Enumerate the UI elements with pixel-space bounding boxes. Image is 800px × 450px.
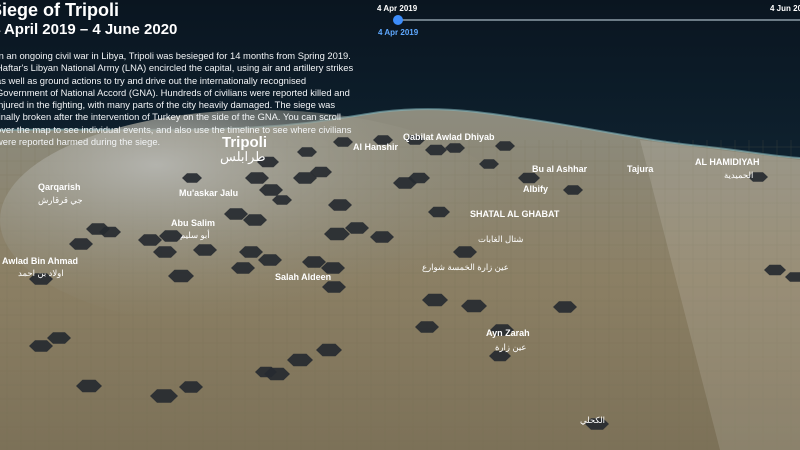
place-label: Qabilat Awlad Dhiyab [403,132,495,142]
place-label-ar: طرابلس [220,149,266,165]
place-label-ar: شتال الغابات [478,234,523,244]
timeline-track[interactable] [398,19,800,21]
story-dates: 4 April 2019 – 4 June 2020 [0,21,178,38]
story-description: In an ongoing civil war in Libya, Tripol… [0,50,354,148]
timeline[interactable]: 4 Apr 2019 4 Jun 2020 4 Apr 2019 [365,0,800,40]
place-label: Salah Aldeen [275,272,331,282]
place-label-ar: اولاد بن احمد [18,268,64,279]
timeline-end-label: 4 Jun 2020 [770,4,800,13]
place-label: Qarqarish [38,182,81,192]
place-label: Albify [523,184,548,194]
place-label: Ayn Zarah [486,328,530,338]
place-label-ar: عين زارة الخمسة شوارع [422,262,509,273]
place-label-ar: أبو سليم [180,228,210,241]
place-label: Awlad Bin Ahmad [2,256,78,266]
place-label: SHATAL AL GHABAT [470,209,560,219]
place-label: Abu Salim [171,218,215,228]
place-label: Mu'askar Jalu [179,188,238,198]
timeline-handle[interactable] [393,15,403,25]
place-label-ar: الكحلي [580,415,605,425]
place-label: AL HAMIDIYAH [695,157,760,167]
place-label-ar: عين زارة [495,342,527,353]
timeline-current-date: 4 Apr 2019 [378,28,419,37]
story-title: Siege of Tripoli [0,0,120,20]
timeline-start-label: 4 Apr 2019 [377,4,418,13]
place-label-ar: الحميدية [724,170,753,180]
place-label: Al Hanshir [353,142,399,152]
place-label: Bu al Ashhar [532,164,588,174]
place-label-ar: جي قرقارش [38,195,83,206]
place-label: Tajura [627,164,654,174]
